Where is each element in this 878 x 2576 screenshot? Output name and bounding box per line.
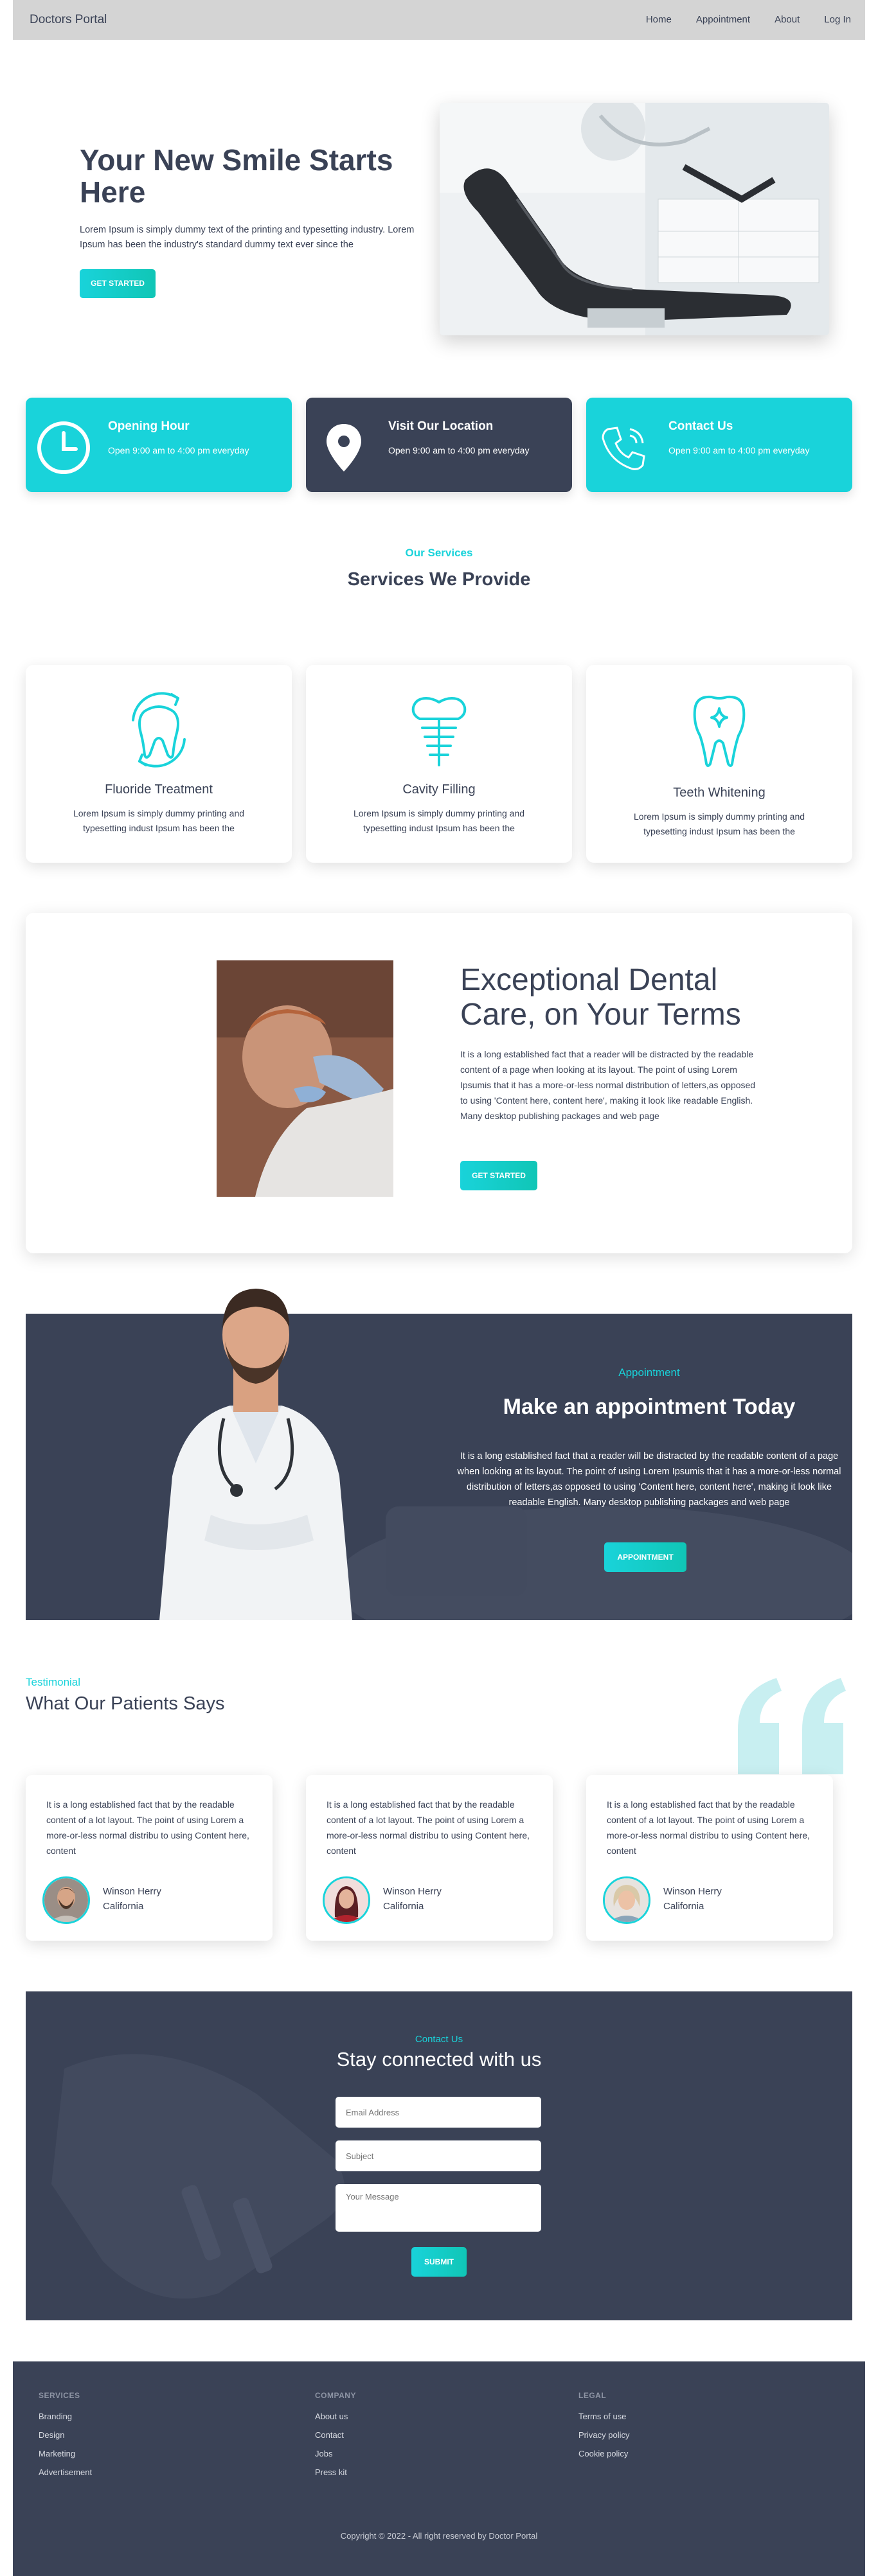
footer: SERVICES Branding Design Marketing Adver…	[13, 2361, 865, 2576]
submit-button[interactable]: SUBMIT	[411, 2247, 467, 2277]
fluoride-tooth-icon	[120, 688, 197, 772]
service-card-cavity[interactable]: Cavity Filling Lorem Ipsum is simply dum…	[306, 665, 572, 863]
footer-heading: LEGAL	[578, 2391, 607, 2400]
service-title: Teeth Whitening	[673, 786, 766, 800]
exceptional-title: Exceptional Dental Care, on Your Terms	[460, 963, 741, 1032]
avatar	[603, 1876, 650, 1924]
message-field[interactable]	[336, 2184, 541, 2232]
service-title: Cavity Filling	[402, 782, 476, 797]
footer-link[interactable]: Cookie policy	[578, 2449, 629, 2458]
sparkle-tooth-icon	[681, 688, 758, 772]
service-text: Lorem Ipsum is simply dummy printing and…	[353, 808, 525, 833]
footer-link[interactable]: Press kit	[315, 2467, 356, 2477]
quote-icon	[731, 1678, 852, 1774]
footer-column-legal: LEGAL Terms of use Privacy policy Cookie…	[578, 2391, 629, 2467]
appointment-title: Make an appointment Today	[503, 1395, 796, 1419]
subject-field[interactable]	[336, 2140, 541, 2171]
avatar	[42, 1876, 90, 1924]
footer-link[interactable]: Marketing	[39, 2449, 92, 2458]
info-title: Contact Us	[668, 419, 733, 433]
patient-location: California	[383, 1901, 424, 1912]
email-field[interactable]	[336, 2097, 541, 2128]
appointment-button[interactable]: APPOINTMENT	[604, 1542, 686, 1572]
footer-link[interactable]: Jobs	[315, 2449, 356, 2458]
testimonial-card: It is a long established fact that by th…	[306, 1775, 553, 1941]
footer-heading: COMPANY	[315, 2391, 356, 2400]
info-title: Opening Hour	[108, 419, 190, 433]
nav-link-about[interactable]: About	[775, 14, 800, 25]
testimonial-card: It is a long established fact that by th…	[586, 1775, 833, 1941]
nav-link-appointment[interactable]: Appointment	[696, 14, 750, 25]
testimonial-card: It is a long established fact that by th…	[26, 1775, 273, 1941]
dental-implant-icon	[400, 688, 478, 772]
info-text: Open 9:00 am to 4:00 pm everyday	[108, 445, 249, 455]
contact-label: Contact Us	[415, 2034, 463, 2045]
patient-name: Winson Herry	[383, 1886, 442, 1897]
patient-location: California	[663, 1901, 704, 1912]
doctor-image	[147, 1258, 365, 1620]
footer-column-company: COMPANY About us Contact Jobs Press kit	[315, 2391, 356, 2486]
phone-icon	[596, 420, 652, 475]
info-text: Open 9:00 am to 4:00 pm everyday	[388, 445, 530, 455]
nav-link-login[interactable]: Log In	[824, 14, 851, 25]
exceptional-get-started-button[interactable]: GET STARTED	[460, 1161, 537, 1190]
copyright: Copyright © 2022 - All right reserved by…	[340, 2531, 538, 2541]
nav-link-home[interactable]: Home	[646, 14, 672, 25]
footer-link[interactable]: Contact	[315, 2430, 356, 2440]
contact-section: Contact Us Stay connected with us SUBMIT	[26, 1991, 852, 2320]
testimonial-text: It is a long established fact that by th…	[607, 1799, 810, 1856]
footer-link[interactable]: About us	[315, 2412, 356, 2421]
hero-title: Your New Smile Starts Here	[80, 143, 393, 209]
contact-title: Stay connected with us	[336, 2048, 542, 2070]
appointment-label: Appointment	[618, 1366, 680, 1379]
service-text: Lorem Ipsum is simply dummy printing and…	[73, 808, 245, 833]
footer-link[interactable]: Privacy policy	[578, 2430, 629, 2440]
services-label: Our Services	[405, 547, 473, 559]
footer-link[interactable]: Advertisement	[39, 2467, 92, 2477]
nav-links: Home Appointment About Log In	[646, 14, 851, 25]
info-card-opening-hour: Opening Hour Open 9:00 am to 4:00 pm eve…	[26, 398, 292, 492]
dental-chair-image	[440, 103, 829, 335]
testimonial-label: Testimonial	[26, 1676, 81, 1688]
service-title: Fluoride Treatment	[105, 782, 213, 797]
info-text: Open 9:00 am to 4:00 pm everyday	[668, 445, 810, 455]
service-card-whitening[interactable]: Teeth Whitening Lorem Ipsum is simply du…	[586, 665, 852, 863]
footer-link[interactable]: Branding	[39, 2412, 92, 2421]
brand-logo[interactable]: Doctors Portal	[30, 13, 107, 27]
footer-link[interactable]: Terms of use	[578, 2412, 629, 2421]
exceptional-text: It is a long established fact that a rea…	[460, 1049, 756, 1121]
testimonial-title: What Our Patients Says	[26, 1693, 225, 1714]
service-card-fluoride[interactable]: Fluoride Treatment Lorem Ipsum is simply…	[26, 665, 292, 863]
service-text: Lorem Ipsum is simply dummy printing and…	[633, 811, 805, 836]
patient-treatment-image	[217, 960, 393, 1197]
appointment-text: It is a long established fact that a rea…	[457, 1451, 841, 1508]
hero-text: Lorem Ipsum is simply dummy text of the …	[80, 225, 415, 250]
info-card-contact: Contact Us Open 9:00 am to 4:00 pm every…	[586, 398, 852, 492]
clock-icon	[36, 420, 91, 475]
patient-name: Winson Herry	[103, 1886, 161, 1897]
patient-location: California	[103, 1901, 144, 1912]
map-pin-icon	[316, 420, 372, 475]
navbar: Doctors Portal Home Appointment About Lo…	[13, 0, 865, 40]
footer-heading: SERVICES	[39, 2391, 80, 2400]
get-started-button[interactable]: GET STARTED	[80, 269, 156, 298]
footer-link[interactable]: Design	[39, 2430, 92, 2440]
avatar	[323, 1876, 370, 1924]
footer-column-services: SERVICES Branding Design Marketing Adver…	[39, 2391, 92, 2486]
patient-name: Winson Herry	[663, 1886, 722, 1897]
info-title: Visit Our Location	[388, 419, 494, 433]
testimonial-text: It is a long established fact that by th…	[46, 1799, 249, 1856]
info-card-location: Visit Our Location Open 9:00 am to 4:00 …	[306, 398, 572, 492]
testimonial-text: It is a long established fact that by th…	[327, 1799, 530, 1856]
exceptional-care-section: Exceptional Dental Care, on Your Terms I…	[26, 913, 852, 1253]
services-title: Services We Provide	[347, 569, 531, 590]
